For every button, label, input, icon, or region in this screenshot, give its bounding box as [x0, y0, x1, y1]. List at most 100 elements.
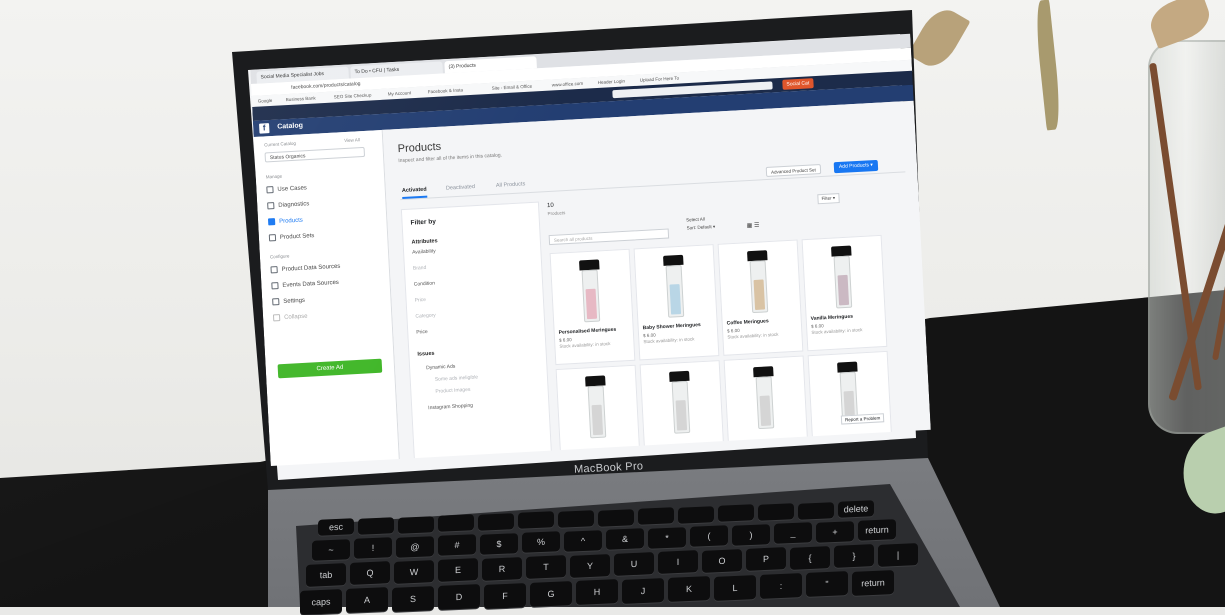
keyboard-key[interactable]: * — [648, 526, 686, 549]
tab-all-products[interactable]: All Products — [496, 181, 526, 189]
keyboard-key[interactable]: Q — [350, 561, 390, 586]
keyboard-key[interactable]: R — [482, 556, 522, 581]
keyboard-key[interactable]: F — [484, 582, 526, 609]
sidebar-item-events-data-sources[interactable]: Events Data Sources — [271, 279, 339, 290]
keyboard-key[interactable] — [678, 505, 714, 524]
keyboard-key[interactable]: return — [858, 519, 896, 542]
product-card[interactable]: Personalised Meringues $ 6.00 Stock availa… — [549, 248, 636, 366]
keyboard-key[interactable]: % — [522, 531, 560, 554]
keyboard-key[interactable] — [598, 508, 634, 527]
view-all-link[interactable]: View All — [344, 137, 360, 143]
filter-dropdown-button[interactable]: Filter ▾ — [817, 193, 840, 205]
filter-instagram-shopping[interactable]: Instagram Shopping — [428, 403, 473, 411]
sidebar-item-products[interactable]: Products — [267, 217, 303, 226]
keyboard-key[interactable]: ) — [732, 524, 770, 546]
select-all-checkbox[interactable]: Select All — [686, 216, 705, 222]
keyboard-key[interactable]: W — [394, 559, 434, 584]
keyboard-key[interactable]: O — [702, 549, 742, 573]
keyboard-key[interactable] — [398, 515, 434, 534]
keyboard-key[interactable]: ( — [690, 525, 728, 548]
filter-price[interactable]: Price — [416, 329, 428, 336]
sort-dropdown[interactable]: Sort: Default ▾ — [687, 224, 716, 232]
keyboard-key[interactable] — [358, 517, 394, 535]
keyboard-key[interactable]: " — [806, 571, 848, 598]
create-ad-button[interactable]: Create Ad — [277, 358, 383, 379]
keyboard-key[interactable] — [718, 504, 754, 523]
product-card[interactable]: Baby Shower Meringues $ 6.00 Stock availab… — [633, 244, 720, 361]
keyboard-key[interactable]: K — [668, 576, 710, 603]
keyboard-key[interactable]: J — [622, 577, 664, 604]
keyboard-key[interactable]: + — [816, 521, 854, 543]
sidebar-item-collapse[interactable]: Collapse — [272, 313, 308, 322]
bookmark-item[interactable]: Business Bank — [286, 95, 316, 102]
catalog-select[interactable]: Status Organics — [264, 146, 366, 163]
keyboard-key[interactable]: E — [438, 558, 478, 583]
keyboard-key[interactable]: H — [576, 579, 618, 606]
sidebar-item-use-cases[interactable]: Use Cases — [266, 184, 307, 194]
keyboard-key[interactable]: @ — [396, 535, 434, 558]
product-card[interactable]: Vanilla Meringues $ 6.00 Stock availabilit… — [801, 234, 888, 352]
bookmark-item[interactable]: SEO Site Checkup — [334, 92, 372, 99]
keyboard-key[interactable]: D — [438, 584, 480, 611]
bookmark-item[interactable]: My Account — [388, 90, 412, 96]
keyboard-key[interactable]: $ — [480, 532, 518, 555]
bookmark-item[interactable]: Facebook & Insta — [428, 87, 463, 94]
bookmark-item[interactable]: Site - Email & Office — [492, 84, 532, 91]
keyboard-key[interactable]: U — [614, 552, 654, 576]
filter-price-range[interactable]: Price — [414, 297, 426, 304]
keyboard-key[interactable] — [558, 510, 594, 528]
product-search-input[interactable]: Search all products — [548, 228, 670, 246]
keyboard-key[interactable]: S — [392, 585, 434, 612]
keyboard-key[interactable]: _ — [774, 522, 812, 545]
keyboard-key[interactable]: T — [526, 555, 566, 579]
filter-some-ads[interactable]: Some ads ineligible — [435, 374, 479, 382]
sidebar-item-product-data-sources[interactable]: Product Data Sources — [270, 263, 341, 274]
sidebar-item-diagnostics[interactable]: Diagnostics — [267, 200, 310, 210]
keyboard-key[interactable]: esc — [318, 518, 354, 537]
keyboard-key[interactable]: tab — [306, 562, 346, 587]
sidebar-item-product-sets[interactable]: Product Sets — [268, 232, 315, 242]
keyboard-key[interactable]: delete — [838, 500, 874, 518]
keyboard-key[interactable]: { — [790, 545, 830, 570]
filter-availability[interactable]: Availability — [412, 248, 436, 255]
keyboard-key[interactable]: caps — [300, 589, 342, 615]
bookmark-item[interactable]: Google — [258, 98, 273, 104]
keyboard-key[interactable]: L — [714, 574, 756, 601]
url-text[interactable]: facebook.com/products/catalog — [291, 81, 361, 91]
filter-dynamic-ads[interactable]: Dynamic Ads — [426, 364, 455, 372]
keyboard-key[interactable] — [638, 507, 674, 525]
keyboard-key[interactable]: return — [852, 569, 894, 596]
keyboard-key[interactable] — [518, 511, 554, 530]
keyboard-key[interactable]: A — [346, 587, 388, 614]
keyboard-key[interactable] — [798, 501, 834, 520]
bookmark-item[interactable]: Header Login — [598, 78, 625, 84]
keyboard-key[interactable]: | — [878, 542, 918, 567]
keyboard-key[interactable]: Y — [570, 553, 610, 578]
filter-attributes[interactable]: Attributes — [411, 238, 437, 245]
product-card[interactable]: Coffee Meringues $ 6.00 Stock availability… — [717, 239, 804, 356]
bookmark-item[interactable]: Upload For Here To — [640, 76, 679, 83]
keyboard-key[interactable]: ! — [354, 537, 392, 559]
keyboard-key[interactable] — [478, 512, 514, 531]
tab-activated[interactable]: Activated — [401, 186, 428, 200]
filter-issues[interactable]: Issues — [417, 351, 434, 358]
keyboard-key[interactable]: } — [834, 544, 874, 569]
bookmark-item[interactable]: www.office.com — [552, 81, 583, 88]
keyboard-key[interactable]: G — [530, 580, 572, 607]
keyboard-key[interactable]: I — [658, 550, 698, 575]
keyboard-key[interactable] — [758, 503, 794, 521]
filter-product-images[interactable]: Product Images — [435, 387, 470, 395]
facebook-logo-icon[interactable]: f — [259, 123, 270, 134]
filter-category[interactable]: Category — [415, 313, 436, 320]
grid-view-icon[interactable]: ▦ ☰ — [747, 222, 760, 230]
keyboard-key[interactable] — [438, 514, 474, 532]
sidebar-item-settings[interactable]: Settings — [272, 297, 305, 306]
keyboard-key[interactable]: ^ — [564, 529, 602, 552]
keyboard-key[interactable]: : — [760, 572, 802, 599]
tab-deactivated[interactable]: Deactivated — [446, 184, 475, 192]
filter-brand[interactable]: Brand — [413, 265, 427, 272]
keyboard-key[interactable]: P — [746, 547, 786, 572]
filter-condition[interactable]: Condition — [414, 280, 435, 287]
keyboard-key[interactable]: # — [438, 534, 476, 557]
keyboard-key[interactable]: ~ — [312, 538, 350, 561]
